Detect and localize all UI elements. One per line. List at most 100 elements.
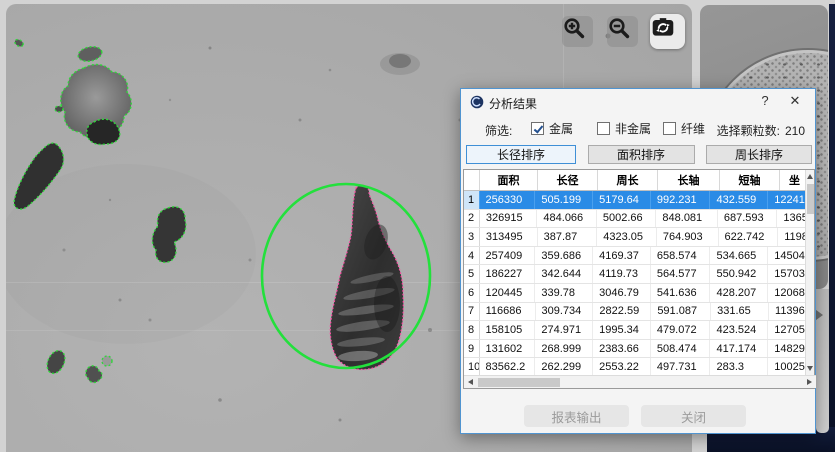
scroll-right-icon[interactable] xyxy=(807,379,812,385)
horizontal-scroll-thumb[interactable] xyxy=(478,378,560,387)
zoom-out-button[interactable] xyxy=(607,16,638,47)
column-header-3[interactable]: 长轴 xyxy=(658,170,720,190)
filter-label: 筛选: xyxy=(485,122,512,139)
table-row[interactable]: 4257409359.6864169.37658.574534.66514504… xyxy=(464,247,814,266)
table-cell: 331.65 xyxy=(711,303,769,321)
column-header-0[interactable]: 面积 xyxy=(480,170,538,190)
dialog-close-button[interactable]: 关闭 xyxy=(641,405,746,427)
table-cell: 116686 xyxy=(480,303,536,321)
table-cell: 534.665 xyxy=(710,247,768,265)
row-number: 8 xyxy=(464,321,480,339)
row-number: 3 xyxy=(464,228,480,246)
table-cell: 5002.66 xyxy=(597,210,657,228)
particle-count: 选择颗粒数: 210 xyxy=(717,122,805,139)
table-cell: 658.574 xyxy=(651,247,711,265)
table-row[interactable]: 3313495387.874323.05764.903622.74211985 xyxy=(464,228,814,247)
table-cell: 432.559 xyxy=(710,191,768,209)
analysis-results-dialog: 分析结果 ? ✕ 筛选: 金属非金属纤维 选择颗粒数:210 长径排序面积排序周… xyxy=(460,88,816,434)
particle-count-label: 选择颗粒数: xyxy=(717,124,780,138)
table-cell: 541.636 xyxy=(651,284,711,302)
table-cell: 1995.34 xyxy=(593,321,651,339)
table-cell: 4323.05 xyxy=(597,228,657,246)
table-header: 面积长径周长长轴短轴坐 xyxy=(464,170,814,191)
table-row[interactable]: 7116686309.7342822.59591.087331.6511396.… xyxy=(464,303,814,322)
table-cell: 256330 xyxy=(480,191,536,209)
help-button[interactable]: ? xyxy=(757,93,773,108)
table-cell: 83562.2 xyxy=(480,358,536,376)
app-logo-icon xyxy=(470,95,484,109)
table-row[interactable]: 5186227342.6444119.73564.577550.94215703… xyxy=(464,265,814,284)
table-row[interactable]: 8158105274.9711995.34479.072423.52412705… xyxy=(464,321,814,340)
results-table: 面积长径周长长轴短轴坐 1256330505.1995179.64992.231… xyxy=(463,169,815,389)
app-window: 分析结果 ? ✕ 筛选: 金属非金属纤维 选择颗粒数:210 长径排序面积排序周… xyxy=(0,0,835,452)
table-cell: 2383.66 xyxy=(593,340,651,358)
table-cell: 428.207 xyxy=(710,284,768,302)
table-cell: 591.087 xyxy=(651,303,711,321)
sort-button-1[interactable]: 面积排序 xyxy=(588,145,695,164)
table-cell: 5179.64 xyxy=(593,191,651,209)
row-number: 1 xyxy=(464,191,480,209)
table-cell: 484.066 xyxy=(537,210,597,228)
table-cell: 268.999 xyxy=(535,340,593,358)
table-cell: 313495 xyxy=(480,228,538,246)
table-cell: 274.971 xyxy=(535,321,593,339)
table-row[interactable]: 2326915484.0665002.66848.081687.59313653 xyxy=(464,210,814,229)
table-cell: 158105 xyxy=(480,321,536,339)
table-cell: 339.78 xyxy=(535,284,593,302)
table-cell: 3046.79 xyxy=(593,284,651,302)
table-cell: 2553.22 xyxy=(593,358,651,376)
table-row[interactable]: 6120445339.783046.79541.636428.20712068.… xyxy=(464,284,814,303)
checkbox-label: 非金属 xyxy=(615,120,651,137)
dialog-title: 分析结果 xyxy=(489,95,537,112)
magnifier-plus-icon xyxy=(562,16,586,40)
table-row[interactable]: 9131602268.9992383.66508.474417.17414829… xyxy=(464,340,814,359)
table-cell: 497.731 xyxy=(651,358,711,376)
filter-checkbox-0[interactable]: 金属 xyxy=(531,120,597,137)
sort-buttons: 长径排序面积排序周长排序 xyxy=(466,145,812,164)
filter-checkbox-1[interactable]: 非金属 xyxy=(597,120,663,137)
scroll-down-icon[interactable] xyxy=(807,366,813,371)
table-row[interactable]: 1256330505.1995179.64992.231432.55912241… xyxy=(464,191,814,210)
scroll-up-icon[interactable] xyxy=(807,174,813,179)
particle-count-value: 210 xyxy=(785,124,805,138)
scroll-left-icon[interactable] xyxy=(468,379,473,385)
table-cell: 283.3 xyxy=(710,358,768,376)
horizontal-scrollbar[interactable] xyxy=(464,375,816,388)
sort-button-2[interactable]: 周长排序 xyxy=(706,145,812,164)
table-cell: 120445 xyxy=(480,284,536,302)
table-cell: 326915 xyxy=(480,210,538,228)
table-cell: 4119.73 xyxy=(593,265,651,283)
magnifier-minus-icon xyxy=(607,16,631,40)
vertical-scrollbar[interactable] xyxy=(805,170,814,375)
vertical-scroll-thumb[interactable] xyxy=(807,184,814,214)
table-cell: 508.474 xyxy=(651,340,711,358)
column-header-4[interactable]: 短轴 xyxy=(720,170,780,190)
table-cell: 262.299 xyxy=(535,358,593,376)
table-cell: 992.231 xyxy=(651,191,711,209)
column-header-2[interactable]: 周长 xyxy=(598,170,658,190)
column-header-1[interactable]: 长径 xyxy=(538,170,598,190)
row-number: 10 xyxy=(464,358,480,376)
table-cell: 359.686 xyxy=(535,247,593,265)
row-number: 2 xyxy=(464,210,480,228)
report-output-button[interactable]: 报表输出 xyxy=(524,405,629,427)
table-cell: 342.644 xyxy=(535,265,593,283)
header-row-number xyxy=(464,170,480,190)
filter-options: 金属非金属纤维 xyxy=(531,120,729,137)
table-cell: 505.199 xyxy=(535,191,593,209)
table-cell: 764.903 xyxy=(657,228,719,246)
checkbox-checked-icon[interactable] xyxy=(531,122,544,135)
sort-button-0[interactable]: 长径排序 xyxy=(466,145,576,164)
checkbox-unchecked-icon[interactable] xyxy=(663,122,676,135)
table-cell: 4169.37 xyxy=(593,247,651,265)
close-icon[interactable]: ✕ xyxy=(787,93,803,109)
table-cell: 186227 xyxy=(480,265,536,283)
camera-refresh-button[interactable] xyxy=(650,14,685,49)
table-cell: 309.734 xyxy=(536,303,594,321)
app-background-strip xyxy=(829,4,835,452)
row-number: 5 xyxy=(464,265,480,283)
checkbox-unchecked-icon[interactable] xyxy=(597,122,610,135)
table-cell: 417.174 xyxy=(710,340,768,358)
dialog-titlebar[interactable]: 分析结果 ? ✕ xyxy=(461,89,815,115)
zoom-in-button[interactable] xyxy=(562,16,593,47)
